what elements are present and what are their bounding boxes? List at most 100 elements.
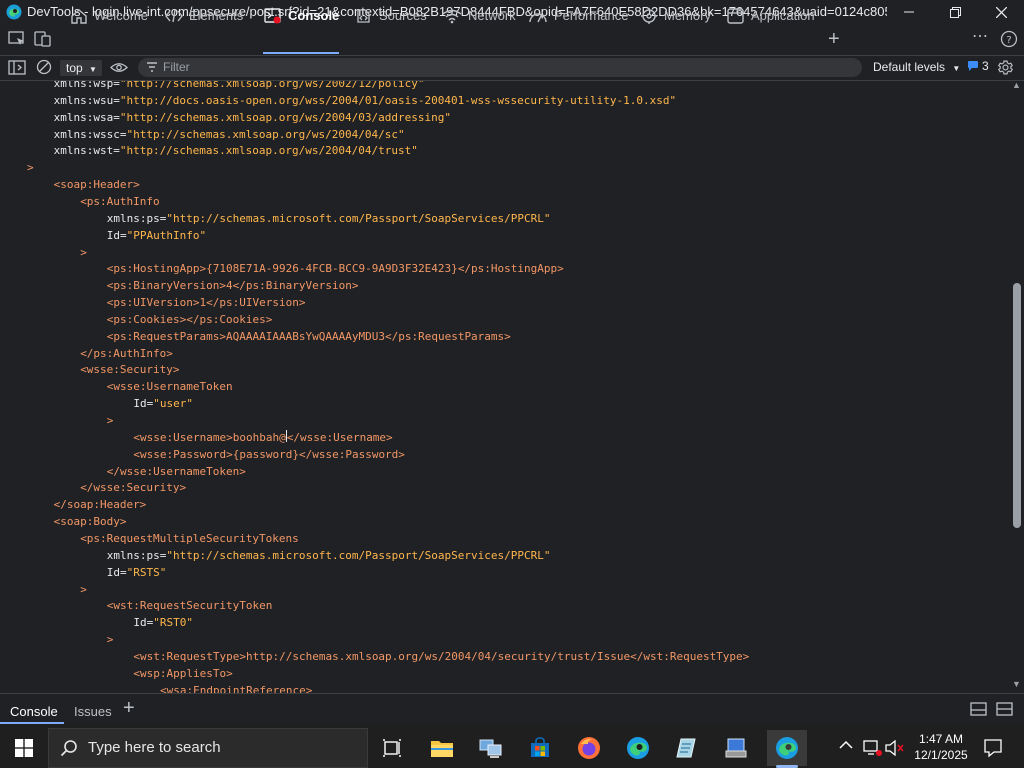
filter-input[interactable] bbox=[138, 58, 862, 77]
code-line: <ps:RequestMultipleSecurityTokens bbox=[80, 530, 299, 547]
code-token-attr: xmlns:wsu= bbox=[53, 93, 120, 107]
log-levels-label: Default levels bbox=[873, 60, 946, 74]
code-token-str: "RSTS" bbox=[126, 565, 167, 579]
memory-icon bbox=[641, 7, 657, 24]
code-token-attr: xmlns:wsp= bbox=[53, 81, 120, 90]
tab-console[interactable]: Console bbox=[264, 0, 339, 31]
file-explorer-button[interactable] bbox=[422, 730, 462, 766]
code-token-str: "PPAuthInfo" bbox=[126, 228, 207, 242]
code-token-arrow: > bbox=[80, 245, 87, 259]
restore-button[interactable] bbox=[932, 0, 978, 24]
drawer-tab-console[interactable]: Console bbox=[10, 700, 58, 724]
more-tabs-plus-icon[interactable]: + bbox=[828, 29, 840, 49]
filter-icon bbox=[147, 62, 157, 72]
code-token-tag: </ps:UIVersion> bbox=[206, 296, 306, 310]
code-token-txt: {password} bbox=[232, 447, 299, 461]
chevron-down-icon: ▼ bbox=[89, 65, 97, 74]
inspect-element-icon[interactable] bbox=[8, 31, 26, 47]
code-token-tag: <wst:RequestSecurityToken bbox=[106, 599, 273, 613]
clock-date: 12/1/2025 bbox=[914, 748, 968, 762]
edge-devtools-icon bbox=[6, 4, 22, 20]
active-tab-indicator bbox=[263, 52, 339, 54]
windows-start-icon[interactable] bbox=[15, 739, 33, 757]
code-token-attr: xmlns:wsa= bbox=[53, 110, 120, 124]
close-drawer-icon[interactable] bbox=[996, 702, 1013, 716]
edge-browser-button[interactable] bbox=[618, 730, 658, 766]
customize-menu-icon[interactable]: ⋯ bbox=[972, 29, 989, 45]
code-token-arrow: > bbox=[80, 582, 87, 596]
code-token-arrow: > bbox=[106, 414, 114, 427]
tab-sources[interactable]: Sources bbox=[355, 0, 427, 31]
notification-center-icon[interactable] bbox=[983, 738, 1003, 758]
notepad-icon bbox=[676, 738, 696, 758]
performance-icon bbox=[529, 12, 547, 22]
network-app-button[interactable] bbox=[471, 730, 511, 766]
tab-elements[interactable]: Elements bbox=[165, 0, 243, 31]
settings-gear-icon[interactable] bbox=[997, 59, 1014, 76]
code-line: <wsse:Password>{password}</wsse:Password… bbox=[133, 446, 405, 463]
code-token-tag: <ps:RequestParams> bbox=[106, 329, 227, 343]
code-line: Id="RST0" bbox=[133, 614, 193, 631]
device-emulation-icon[interactable] bbox=[34, 31, 52, 47]
sidebar-toggle-icon[interactable] bbox=[8, 60, 26, 75]
tab-label: Sources bbox=[379, 8, 427, 23]
minimize-button[interactable] bbox=[886, 0, 932, 24]
drawer-tab-issues[interactable]: Issues bbox=[74, 700, 112, 724]
tab-welcome[interactable]: Welcome bbox=[70, 0, 148, 31]
dock-drawer-icon[interactable] bbox=[970, 702, 987, 716]
log-levels-dropdown[interactable]: Default levels ▼ bbox=[873, 60, 960, 76]
code-token-tag: <wsse:Security> bbox=[80, 363, 180, 377]
scroll-up-arrow-icon[interactable]: ▲ bbox=[1012, 80, 1021, 90]
tab-application[interactable]: Application bbox=[727, 0, 815, 31]
clear-console-icon[interactable] bbox=[36, 59, 52, 75]
scroll-down-arrow-icon[interactable]: ▼ bbox=[1012, 679, 1021, 689]
volume-muted-icon[interactable] bbox=[885, 740, 905, 756]
help-icon[interactable]: ? bbox=[1000, 30, 1018, 48]
code-line: </soap:Header> bbox=[54, 496, 147, 513]
code-token-txt: AQAAAAIAAABsYwQAAAAyMDU3 bbox=[226, 329, 385, 343]
network-status-icon[interactable] bbox=[862, 739, 882, 757]
drawer-add-tab-plus-icon[interactable]: + bbox=[123, 698, 135, 718]
code-token-attr: xmlns:wssc= bbox=[53, 127, 127, 141]
code-token-tag: <wsse:Password> bbox=[133, 447, 233, 461]
task-view-button[interactable] bbox=[372, 730, 412, 766]
firefox-button[interactable] bbox=[569, 730, 609, 766]
code-line: <ps:RequestParams>AQAAAAIAAABsYwQAAAAyMD… bbox=[107, 328, 511, 345]
code-line: <wsp:AppliesTo> bbox=[133, 665, 232, 682]
code-line: <wsse:UsernameToken bbox=[107, 378, 233, 395]
code-line: <ps:AuthInfo bbox=[80, 193, 159, 210]
code-token-str: "RST0" bbox=[153, 616, 194, 630]
code-token-attr: Id= bbox=[133, 397, 154, 411]
notepad-app-button[interactable] bbox=[667, 730, 707, 766]
remote-desktop-button[interactable] bbox=[716, 730, 756, 766]
taskbar-clock[interactable]: 1:47 AM 12/1/2025 bbox=[906, 731, 976, 763]
scrollbar-thumb[interactable] bbox=[1013, 283, 1021, 528]
close-window-button[interactable] bbox=[978, 0, 1024, 24]
code-line: Id="PPAuthInfo" bbox=[107, 227, 206, 244]
code-line: <ps:UIVersion>1</ps:UIVersion> bbox=[107, 294, 306, 311]
edge-icon bbox=[627, 737, 649, 759]
code-token-attr: xmlns:wst= bbox=[53, 144, 120, 158]
tab-label: Network bbox=[468, 8, 516, 23]
context-select[interactable]: top ▼ bbox=[60, 60, 102, 76]
live-expression-eye-icon[interactable] bbox=[110, 61, 128, 74]
code-token-tag: </ps:BinaryVersion> bbox=[232, 279, 359, 293]
code-token-arrow: > bbox=[27, 161, 34, 175]
code-line: </ps:AuthInfo> bbox=[80, 345, 173, 362]
microsoft-store-button[interactable] bbox=[520, 730, 560, 766]
show-hidden-icons-chevron-icon[interactable] bbox=[839, 738, 853, 753]
code-line: </wsse:Security> bbox=[80, 479, 186, 496]
close-icon bbox=[995, 6, 1007, 18]
tab-network[interactable]: Network bbox=[442, 0, 516, 31]
code-line: <soap:Body> bbox=[54, 513, 127, 530]
restore-icon bbox=[949, 6, 961, 18]
code-token-txt: http://schemas.xmlsoap.org/ws/2004/04/se… bbox=[245, 649, 631, 663]
edge-devtools-taskbar-button[interactable] bbox=[767, 730, 807, 766]
code-line: <wsse:Username>boohbah@</wsse:Username> bbox=[133, 429, 393, 446]
tab-performance[interactable]: Performance bbox=[528, 0, 628, 31]
issue-count: 3 bbox=[982, 59, 989, 73]
tab-memory[interactable]: Memory bbox=[640, 0, 711, 31]
code-line: > bbox=[80, 244, 87, 261]
issues-counter[interactable]: 3 bbox=[967, 59, 989, 73]
code-token-tag: <soap:Body> bbox=[53, 515, 127, 529]
